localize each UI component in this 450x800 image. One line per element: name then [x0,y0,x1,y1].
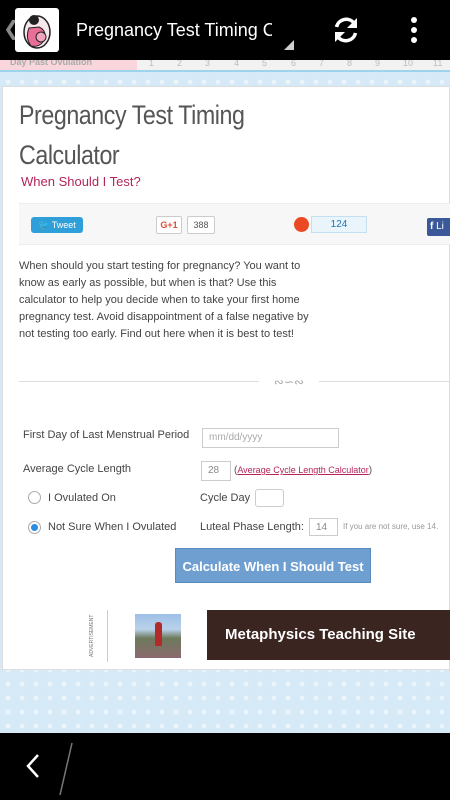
cycle-day-input[interactable] [255,489,284,507]
radio-not-sure-label: Not Sure When I Ovulated [48,521,177,533]
action-bar: ❮ Pregnancy Test Timing Ca [0,0,450,60]
social-share-bar: 🐦 Tweet G+1 388 124 f Li [19,203,450,245]
back-arrow-icon [26,754,39,778]
ad-photo-person [155,622,162,646]
calculate-button[interactable]: Calculate When I Should Test [175,548,371,583]
stumbleupon-icon[interactable] [294,217,309,232]
app-title[interactable]: Pregnancy Test Timing Ca [76,18,272,42]
intro-paragraph: When should you start testing for pregna… [19,260,309,340]
timeline-tick: 2 [177,60,183,68]
cycle-length-calculator-link[interactable]: Average Cycle Length Calculator [237,465,368,475]
timeline-tick: 4 [234,60,240,68]
radio-not-sure[interactable] [28,521,41,534]
luteal-phase-hint: If you are not sure, use 14. [343,522,439,531]
cycle-length-input[interactable]: 28 [201,461,231,481]
advertisement[interactable]: ADVERTISEMENT Metaphysics Teaching Site [89,610,450,662]
divider-ornament: ∾∽∾ [259,375,319,389]
timeline-tick: 9 [375,60,381,68]
tweet-button[interactable]: 🐦 Tweet [31,217,83,233]
overflow-dot [411,37,417,43]
ovulation-timeline: Day Past Ovulation 1 2 3 4 5 6 7 8 9 10 … [0,60,450,72]
timeline-tick: 3 [205,60,211,68]
app-icon[interactable] [15,8,59,52]
lmp-label: First Day of Last Menstrual Period [23,429,190,441]
page-title-line: Pregnancy Test Timing [19,100,245,130]
page-subtitle: When Should I Test? [21,174,141,189]
google-plus-button[interactable]: G+1 [156,216,182,234]
ad-label: ADVERTISEMENT [89,614,95,658]
refresh-button[interactable] [326,10,366,50]
timeline-tick: 7 [319,60,325,68]
ad-banner-text: Metaphysics Teaching Site [225,626,416,643]
luteal-phase-label: Luteal Phase Length: [200,521,304,533]
web-content[interactable]: Day Past Ovulation 1 2 3 4 5 6 7 8 9 10 … [0,60,450,733]
back-button[interactable] [22,751,44,781]
divider-line [19,381,450,382]
stumbleupon-count: 124 [311,216,367,233]
cycle-calculator-link-wrap: (Average Cycle Length Calculator) [234,463,372,478]
calculator-card: Pregnancy Test Timing Calculator When Sh… [2,86,450,670]
spinner-dropdown-icon[interactable] [284,40,294,50]
navigation-bar [0,733,450,800]
page-title-line: Calculator [19,140,120,170]
timeline-tick: 1 [149,60,155,68]
radio-ovulated-on-label: I Ovulated On [48,492,116,504]
refresh-icon [334,17,358,43]
timeline-tick: 6 [291,60,297,68]
twitter-bird-icon: 🐦 [38,220,50,230]
facebook-like-button[interactable]: f Li [427,218,450,236]
radio-ovulated-on[interactable] [28,491,41,504]
timeline-tick: 11 [433,60,443,68]
timeline-tick: 5 [262,60,268,68]
overflow-dot [411,27,417,33]
cycle-day-label: Cycle Day [200,492,251,504]
paren-close: ) [368,465,373,476]
ad-banner[interactable]: Metaphysics Teaching Site [207,610,450,660]
timeline-tick: 8 [347,60,353,68]
ornamental-divider: ∾∽∾ [19,375,450,389]
lmp-date-input[interactable]: mm/dd/yyyy [202,428,339,448]
timeline-tick: 10 [403,60,414,68]
nav-divider [56,741,76,797]
cycle-length-label: Average Cycle Length [23,463,132,475]
ad-separator [107,610,108,662]
page-title: Pregnancy Test Timing Calculator [19,95,277,175]
facebook-icon: f [430,221,434,232]
luteal-phase-input[interactable]: 14 [309,518,338,536]
ad-photo[interactable] [135,614,181,658]
overflow-dot [411,17,417,23]
tweet-label: Tweet [51,220,76,230]
google-plus-count: 388 [187,216,215,234]
facebook-like-label: Li [436,221,444,232]
timeline-label: Day Past Ovulation [0,60,137,70]
overflow-menu-button[interactable] [402,10,426,50]
